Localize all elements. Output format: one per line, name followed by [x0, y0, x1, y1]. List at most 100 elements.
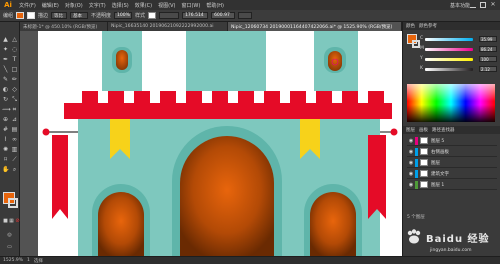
slider-c[interactable] — [425, 38, 473, 41]
x-field[interactable]: 176.514 — [182, 12, 209, 19]
slice-tool-icon[interactable]: ⟋ — [11, 156, 18, 163]
blend-tool-icon[interactable]: ∞ — [11, 136, 18, 143]
menu-help[interactable]: 帮助(H) — [203, 2, 227, 9]
style-label: 样式 — [135, 13, 146, 19]
menu-object[interactable]: 对象(O) — [62, 2, 86, 9]
menu-type[interactable]: 文字(T) — [86, 2, 109, 9]
menu-effect[interactable]: 效果(C) — [132, 2, 155, 9]
tab-document-1[interactable]: 未标题-1* @ 450.10% (RGB/预览) — [20, 22, 108, 31]
stroke-profile-select[interactable]: 等比 — [51, 12, 68, 19]
draw-mode-icon[interactable]: ◎ — [6, 232, 13, 239]
layer-name: 右侧画板 — [431, 149, 449, 155]
selection-tool-icon[interactable]: ▲ — [2, 36, 9, 43]
slider-c-value[interactable]: 35.99 — [479, 36, 497, 42]
tab-document-2[interactable]: Nipic_16635140 20190621092222992000.ai — [108, 22, 228, 31]
tab-artboards[interactable]: 画板 — [419, 127, 428, 133]
stroke-swatch-control[interactable] — [27, 12, 36, 19]
right-flagpole-ball — [390, 128, 398, 136]
menu-view[interactable]: 视图(V) — [155, 2, 178, 9]
merlon-4 — [160, 91, 176, 105]
eye-icon[interactable]: ◉ — [407, 137, 415, 145]
style-swatch[interactable] — [148, 12, 157, 19]
castle-artwork — [42, 31, 398, 256]
tab-color-guide[interactable]: 颜色参考 — [419, 23, 437, 29]
layer-row[interactable]: ◉ 图层 1 — [407, 180, 497, 190]
slider-y-value[interactable]: 100 — [479, 56, 497, 62]
maximize-icon[interactable] — [480, 2, 486, 8]
width-tool-icon[interactable]: ⟿ — [2, 106, 11, 113]
layer-row[interactable]: ◉ 图层 — [407, 158, 497, 168]
selection-type-label: 编组 — [3, 13, 14, 19]
slider-y[interactable] — [425, 58, 473, 61]
rotate-tool-icon[interactable]: ↻ — [2, 96, 9, 103]
symbol-sprayer-tool-icon[interactable]: ✺ — [2, 146, 9, 153]
eye-icon[interactable]: ◉ — [407, 159, 415, 167]
magic-wand-tool-icon[interactable]: ✦ — [2, 46, 9, 53]
pen-tool-icon[interactable]: ✒ — [2, 56, 9, 63]
eye-icon[interactable]: ◉ — [407, 170, 415, 178]
eraser-tool-icon[interactable]: ◇ — [11, 86, 18, 93]
type-tool-icon[interactable]: T — [11, 56, 18, 63]
tab-color[interactable]: 颜色 — [406, 23, 415, 29]
eye-icon[interactable]: ◉ — [407, 148, 415, 156]
slider-k-value[interactable]: 2.12 — [479, 66, 497, 72]
minimize-icon[interactable] — [470, 2, 476, 8]
color-stroke-preview[interactable] — [412, 40, 420, 48]
artboard-tool-icon[interactable]: ⌑ — [2, 156, 9, 163]
eye-icon[interactable]: ◉ — [407, 181, 415, 189]
transform-select[interactable] — [238, 12, 253, 19]
layer-row[interactable]: ◉ 建筑文字 — [407, 169, 497, 179]
layer-thumbnail — [420, 181, 428, 188]
mesh-tool-icon[interactable]: # — [2, 126, 9, 133]
free-transform-tool-icon[interactable]: ⌗ — [11, 106, 18, 113]
opacity-field[interactable]: 100% — [114, 12, 133, 19]
paintbrush-tool-icon[interactable]: ✎ — [2, 76, 9, 83]
pencil-tool-icon[interactable]: ✏ — [11, 76, 18, 83]
slider-m[interactable] — [425, 48, 473, 51]
blob-brush-tool-icon[interactable]: ◐ — [2, 86, 9, 93]
artboard — [38, 31, 402, 256]
canvas-area[interactable] — [20, 31, 402, 256]
perspective-tool-icon[interactable]: ⊿ — [11, 116, 18, 123]
close-icon[interactable]: ✕ — [490, 2, 496, 8]
layer-row[interactable]: ◉ 图层 5 — [407, 136, 497, 146]
left-door — [98, 192, 144, 256]
zoom-level[interactable]: 1525.9% — [3, 258, 23, 263]
workspace-switcher[interactable]: 基本功能 — [450, 2, 470, 9]
artboard-nav[interactable]: 1 — [27, 258, 30, 263]
eyedropper-tool-icon[interactable]: ⌇ — [2, 136, 9, 143]
menu-select[interactable]: 选择(S) — [109, 2, 132, 9]
tab-pathfinder[interactable]: 路径查找器 — [432, 127, 455, 133]
slider-k[interactable] — [425, 68, 473, 71]
tab-document-3[interactable]: Nipic_12060734 20190001164407422066.ai* … — [228, 22, 402, 31]
hand-tool-icon[interactable]: ✋ — [2, 166, 9, 173]
zoom-tool-icon[interactable]: ⌕ — [11, 166, 18, 173]
shape-builder-tool-icon[interactable]: ⊕ — [2, 116, 9, 123]
screen-mode-icon[interactable]: ▭ — [6, 244, 13, 251]
menu-file[interactable]: 文件(F) — [16, 2, 39, 9]
rectangle-tool-icon[interactable]: □ — [11, 66, 18, 73]
app-logo: Ai — [4, 1, 12, 9]
layer-name: 图层 1 — [431, 182, 445, 188]
tab-layers[interactable]: 图层 — [406, 127, 415, 133]
scale-tool-icon[interactable]: ⤡ — [11, 96, 18, 103]
direct-selection-tool-icon[interactable]: △ — [11, 36, 18, 43]
stroke-color-swatch[interactable] — [8, 198, 18, 208]
stroke-style-select[interactable]: 基本 — [70, 12, 89, 19]
color-spectrum[interactable] — [407, 84, 495, 122]
slider-m-label: M — [420, 46, 424, 51]
menu-window[interactable]: 窗口(W) — [178, 2, 203, 9]
layer-name: 图层 — [431, 160, 440, 166]
fill-swatch-control[interactable] — [16, 12, 25, 19]
merlon-12 — [368, 91, 384, 105]
gradient-tool-icon[interactable]: ▤ — [11, 126, 18, 133]
slider-c-label: C — [420, 36, 424, 41]
menu-edit[interactable]: 编辑(E) — [39, 2, 62, 9]
y-field[interactable]: 600.97 — [211, 12, 236, 19]
layer-row[interactable]: ◉ 右侧画板 — [407, 147, 497, 157]
slider-m-value[interactable]: 86.24 — [479, 46, 497, 52]
graph-tool-icon[interactable]: ▥ — [11, 146, 18, 153]
align-select[interactable] — [159, 12, 180, 19]
line-tool-icon[interactable]: ╲ — [2, 66, 9, 73]
lasso-tool-icon[interactable]: ◌ — [11, 46, 18, 53]
